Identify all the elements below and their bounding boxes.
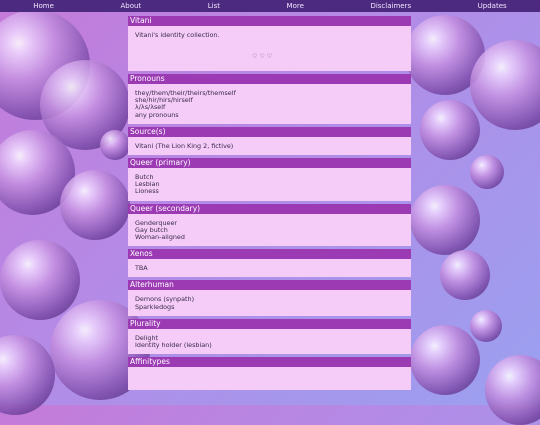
nav-updates-link[interactable]: Updates — [478, 2, 507, 10]
sources-section: Source(s) Vitani (The Lion King 2, ficti… — [128, 126, 411, 156]
list-item: Demons (synpath) — [135, 295, 195, 304]
section-body: they/them/their/theirs/themself she/hir/… — [128, 84, 411, 124]
xenos-section: Xenos TBA — [128, 249, 411, 278]
list-item: Lioness — [135, 187, 159, 196]
section-body: TBA — [128, 259, 411, 278]
list-item: Identity holder (lesbian) — [135, 341, 212, 350]
intro-title: Vitani — [128, 16, 411, 26]
intro-text: Vitani's identity collection. — [135, 31, 220, 39]
pronouns-section: Pronouns they/them/their/theirs/themself… — [128, 74, 411, 124]
bubble-decoration — [100, 130, 130, 160]
queer-secondary-section: Queer (secondary) Genderqueer Gay butch … — [128, 203, 411, 247]
list-item: Lesbian — [135, 180, 160, 189]
section-title: Queer (primary) — [128, 158, 411, 169]
bubble-decoration — [440, 250, 490, 300]
bubble-decoration — [60, 170, 130, 240]
section-body: Genderqueer Gay butch Woman-aligned — [128, 213, 411, 247]
section-body: Butch Lesbian Lioness — [128, 168, 411, 201]
section-body: Vitani (The Lion King 2, fictive) — [128, 136, 411, 156]
bubble-decoration — [410, 325, 480, 395]
section-title: Source(s) — [128, 126, 411, 137]
intro-section: Vitani Vitani's identity collection. ♡ ♡… — [128, 16, 411, 71]
plurality-section: Plurality Delight Identity holder (lesbi… — [128, 318, 411, 355]
bubble-decoration — [0, 240, 80, 320]
bubble-decoration — [0, 335, 55, 415]
section-body: Delight Identity holder (lesbian) — [128, 328, 411, 355]
bubble-decoration — [470, 155, 504, 189]
section-title: Affinitypes — [128, 357, 411, 368]
nav-list-link[interactable]: List — [208, 2, 220, 10]
bubble-decoration — [485, 355, 540, 425]
list-item: Genderqueer — [135, 218, 178, 227]
content-column: Vitani Vitani's identity collection. ♡ ♡… — [128, 16, 411, 405]
list-item: Butch — [135, 173, 154, 182]
bubble-decoration — [420, 100, 480, 160]
bubble-decoration — [470, 310, 502, 342]
bubble-decoration — [410, 185, 480, 255]
section-body: Demons (synpath) Sparkledogs — [128, 290, 411, 316]
list-item: she/hir/hirs/hirself — [135, 96, 193, 105]
section-title: Pronouns — [128, 74, 411, 84]
queer-primary-section: Queer (primary) Butch Lesbian Lioness — [128, 158, 411, 201]
list-item: Sparkledogs — [135, 302, 175, 311]
section-body — [128, 367, 411, 391]
list-item: Vitani (The Lion King 2, fictive) — [135, 141, 234, 150]
section-title: Alterhuman — [128, 280, 411, 291]
list-item: Woman-aligned — [135, 233, 185, 242]
section-title: Xenos — [128, 249, 411, 260]
list-item: any pronouns — [135, 110, 179, 119]
hearts-decoration: ♡ ♡ ♡ — [252, 53, 272, 61]
affinitypes-section: Affinitypes — [128, 357, 411, 391]
nav-about-link[interactable]: About — [120, 2, 141, 10]
nav-more-link[interactable]: More — [287, 2, 304, 10]
nav-disclaimers-link[interactable]: Disclaimers — [370, 2, 411, 10]
top-navigation: Home About List More Disclaimers Updates — [0, 0, 540, 12]
intro-body: Vitani's identity collection. ♡ ♡ ♡ — [128, 26, 411, 71]
section-title: Queer (secondary) — [128, 203, 411, 214]
section-title: Plurality — [128, 318, 411, 329]
nav-home-link[interactable]: Home — [33, 2, 54, 10]
list-item: TBA — [135, 264, 148, 273]
alterhuman-section: Alterhuman Demons (synpath) Sparkledogs — [128, 280, 411, 316]
